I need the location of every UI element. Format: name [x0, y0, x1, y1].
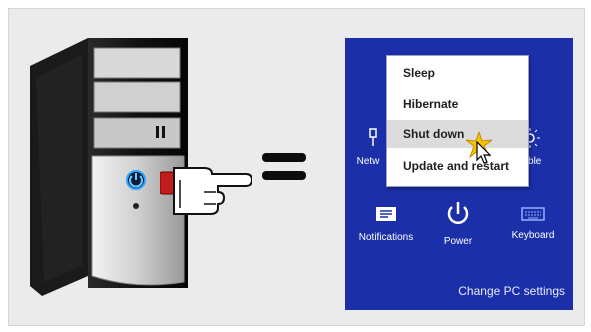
notifications-label: Notifications [358, 232, 414, 243]
pointing-hand-icon [160, 167, 252, 215]
power-icon [447, 202, 469, 224]
network-label: Netw [356, 156, 380, 167]
keyboard-icon [521, 207, 545, 221]
menu-item-sleep[interactable]: Sleep [387, 59, 528, 87]
equals-sign [262, 171, 306, 180]
network-icon [369, 128, 377, 146]
equals-sign [262, 153, 306, 162]
menu-item-shut-down[interactable]: Shut down [387, 120, 528, 148]
change-pc-settings-link[interactable]: Change PC settings [458, 284, 565, 298]
network-tile[interactable]: Netw [355, 128, 381, 167]
power-tile[interactable]: Power [438, 200, 478, 247]
menu-item-hibernate[interactable]: Hibernate [387, 90, 528, 118]
mouse-cursor-icon [476, 141, 492, 164]
menu-item-update-and-restart[interactable]: Update and restart [387, 152, 528, 180]
power-label: Power [443, 236, 473, 247]
stage: Netw ilable Notifications Power Keyboard… [0, 0, 591, 332]
power-options-menu: Sleep Hibernate Shut down Update and res… [386, 55, 529, 187]
notifications-icon [376, 207, 396, 221]
notifications-tile[interactable]: Notifications [355, 206, 417, 243]
keyboard-label: Keyboard [511, 230, 555, 241]
keyboard-tile[interactable]: Keyboard [505, 206, 561, 241]
